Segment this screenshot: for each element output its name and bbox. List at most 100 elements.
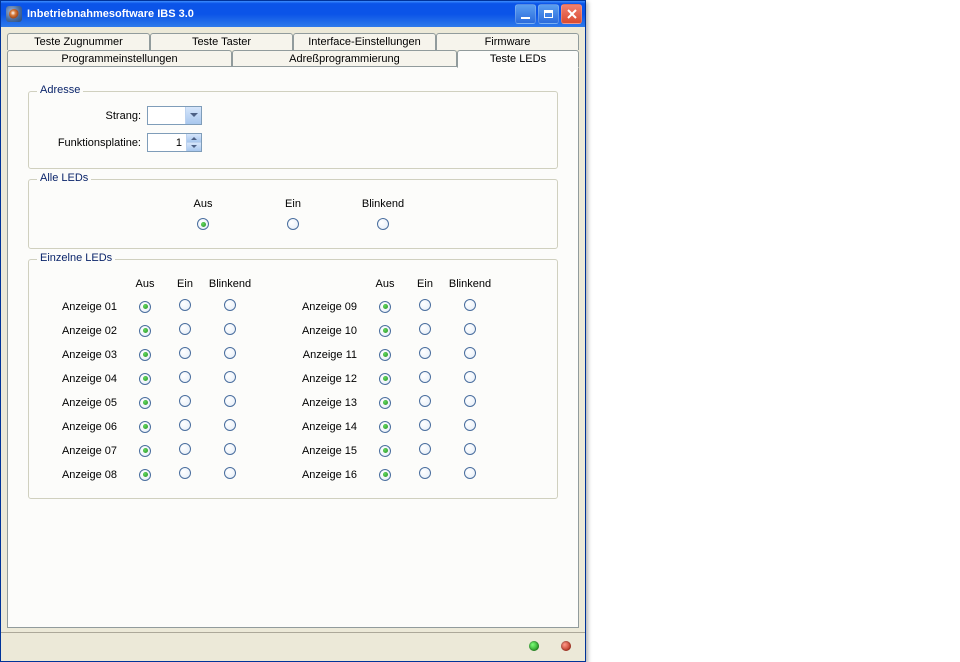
radio-anzeige-02-blinkend[interactable] <box>224 323 236 335</box>
radio-anzeige-06-aus[interactable] <box>139 421 151 433</box>
radio-alle-aus[interactable] <box>197 218 209 230</box>
label-aus: Aus <box>194 198 213 210</box>
radio-anzeige-14-aus[interactable] <box>379 421 391 433</box>
spinner-value: 1 <box>148 137 186 149</box>
spin-down-icon[interactable] <box>186 143 201 151</box>
label-anzeige-01: Anzeige 01 <box>45 301 125 313</box>
spinner-funktionsplatine[interactable]: 1 <box>147 133 202 152</box>
radio-anzeige-12-aus[interactable] <box>379 373 391 385</box>
close-button[interactable] <box>561 4 582 24</box>
radio-anzeige-09-ein[interactable] <box>419 299 431 311</box>
radio-anzeige-10-ein[interactable] <box>419 323 431 335</box>
label-anzeige-10: Anzeige 10 <box>285 325 365 337</box>
radio-anzeige-05-aus[interactable] <box>139 397 151 409</box>
client-area: Teste Zugnummer Teste Taster Interface-E… <box>1 27 585 632</box>
radio-anzeige-05-ein[interactable] <box>179 395 191 407</box>
radio-anzeige-09-aus[interactable] <box>379 301 391 313</box>
tab-firmware[interactable]: Firmware <box>436 33 579 50</box>
radio-anzeige-13-ein[interactable] <box>419 395 431 407</box>
combo-strang[interactable] <box>147 106 202 125</box>
radio-anzeige-12-blinkend[interactable] <box>464 371 476 383</box>
label-strang: Strang: <box>45 110 141 122</box>
status-led-green <box>529 641 539 651</box>
radio-anzeige-11-ein[interactable] <box>419 347 431 359</box>
radio-anzeige-04-blinkend[interactable] <box>224 371 236 383</box>
label-anzeige-06: Anzeige 06 <box>45 421 125 433</box>
radio-anzeige-08-blinkend[interactable] <box>224 467 236 479</box>
label-anzeige-08: Anzeige 08 <box>45 469 125 481</box>
label-anzeige-02: Anzeige 02 <box>45 325 125 337</box>
radio-anzeige-04-aus[interactable] <box>139 373 151 385</box>
radio-anzeige-01-ein[interactable] <box>179 299 191 311</box>
chevron-down-icon <box>185 107 201 124</box>
radio-anzeige-12-ein[interactable] <box>419 371 431 383</box>
label-anzeige-14: Anzeige 14 <box>285 421 365 433</box>
radio-anzeige-14-ein[interactable] <box>419 419 431 431</box>
radio-anzeige-04-ein[interactable] <box>179 371 191 383</box>
tab-teste-leds[interactable]: Teste LEDs <box>457 50 579 68</box>
tab-interface-einstellungen[interactable]: Interface-Einstellungen <box>293 33 436 50</box>
radio-anzeige-11-blinkend[interactable] <box>464 347 476 359</box>
statusbar <box>1 632 585 661</box>
radio-anzeige-16-aus[interactable] <box>379 469 391 481</box>
hdr-aus-right: Aus <box>365 278 405 290</box>
radio-anzeige-02-ein[interactable] <box>179 323 191 335</box>
spin-up-icon[interactable] <box>186 134 201 143</box>
label-anzeige-16: Anzeige 16 <box>285 469 365 481</box>
legend-adresse: Adresse <box>37 84 83 96</box>
maximize-button[interactable] <box>538 4 559 24</box>
radio-anzeige-08-ein[interactable] <box>179 467 191 479</box>
label-anzeige-03: Anzeige 03 <box>45 349 125 361</box>
label-anzeige-12: Anzeige 12 <box>285 373 365 385</box>
window-title: Inbetriebnahmesoftware IBS 3.0 <box>27 8 515 20</box>
hdr-blinkend-right: Blinkend <box>445 278 495 290</box>
radio-anzeige-07-blinkend[interactable] <box>224 443 236 455</box>
group-adresse: Adresse Strang: Funktionsplatine: 1 <box>28 91 558 169</box>
radio-anzeige-09-blinkend[interactable] <box>464 299 476 311</box>
legend-alle-leds: Alle LEDs <box>37 172 91 184</box>
radio-anzeige-15-blinkend[interactable] <box>464 443 476 455</box>
legend-einzelne-leds: Einzelne LEDs <box>37 252 115 264</box>
led-block-right: Aus Ein Blinkend Anzeige 09 Anzeige 10 <box>285 278 495 482</box>
app-window: Inbetriebnahmesoftware IBS 3.0 Teste Zug… <box>0 0 586 662</box>
tabstrip: Teste Zugnummer Teste Taster Interface-E… <box>7 33 579 628</box>
label-anzeige-11: Anzeige 11 <box>285 349 365 361</box>
radio-anzeige-15-aus[interactable] <box>379 445 391 457</box>
radio-anzeige-10-aus[interactable] <box>379 325 391 337</box>
tab-programmeinstellungen[interactable]: Programmeinstellungen <box>7 50 232 67</box>
radio-anzeige-03-blinkend[interactable] <box>224 347 236 359</box>
radio-anzeige-10-blinkend[interactable] <box>464 323 476 335</box>
radio-anzeige-01-blinkend[interactable] <box>224 299 236 311</box>
tab-adressprogrammierung[interactable]: Adreßprogrammierung <box>232 50 457 67</box>
tab-panel-teste-leds: Adresse Strang: Funktionsplatine: 1 <box>7 66 579 628</box>
radio-anzeige-06-ein[interactable] <box>179 419 191 431</box>
tab-teste-taster[interactable]: Teste Taster <box>150 33 293 50</box>
radio-anzeige-07-ein[interactable] <box>179 443 191 455</box>
titlebar[interactable]: Inbetriebnahmesoftware IBS 3.0 <box>1 1 585 27</box>
radio-anzeige-03-ein[interactable] <box>179 347 191 359</box>
label-anzeige-04: Anzeige 04 <box>45 373 125 385</box>
label-anzeige-13: Anzeige 13 <box>285 397 365 409</box>
radio-anzeige-03-aus[interactable] <box>139 349 151 361</box>
radio-anzeige-08-aus[interactable] <box>139 469 151 481</box>
label-blinkend: Blinkend <box>362 198 404 210</box>
radio-anzeige-02-aus[interactable] <box>139 325 151 337</box>
radio-anzeige-15-ein[interactable] <box>419 443 431 455</box>
radio-anzeige-01-aus[interactable] <box>139 301 151 313</box>
radio-anzeige-13-blinkend[interactable] <box>464 395 476 407</box>
radio-anzeige-05-blinkend[interactable] <box>224 395 236 407</box>
minimize-button[interactable] <box>515 4 536 24</box>
radio-anzeige-16-ein[interactable] <box>419 467 431 479</box>
radio-anzeige-14-blinkend[interactable] <box>464 419 476 431</box>
radio-anzeige-07-aus[interactable] <box>139 445 151 457</box>
status-led-red <box>561 641 571 651</box>
radio-anzeige-11-aus[interactable] <box>379 349 391 361</box>
label-anzeige-09: Anzeige 09 <box>285 301 365 313</box>
radio-anzeige-13-aus[interactable] <box>379 397 391 409</box>
radio-anzeige-06-blinkend[interactable] <box>224 419 236 431</box>
tab-teste-zugnummer[interactable]: Teste Zugnummer <box>7 33 150 50</box>
radio-alle-blinkend[interactable] <box>377 218 389 230</box>
label-anzeige-07: Anzeige 07 <box>45 445 125 457</box>
radio-alle-ein[interactable] <box>287 218 299 230</box>
radio-anzeige-16-blinkend[interactable] <box>464 467 476 479</box>
